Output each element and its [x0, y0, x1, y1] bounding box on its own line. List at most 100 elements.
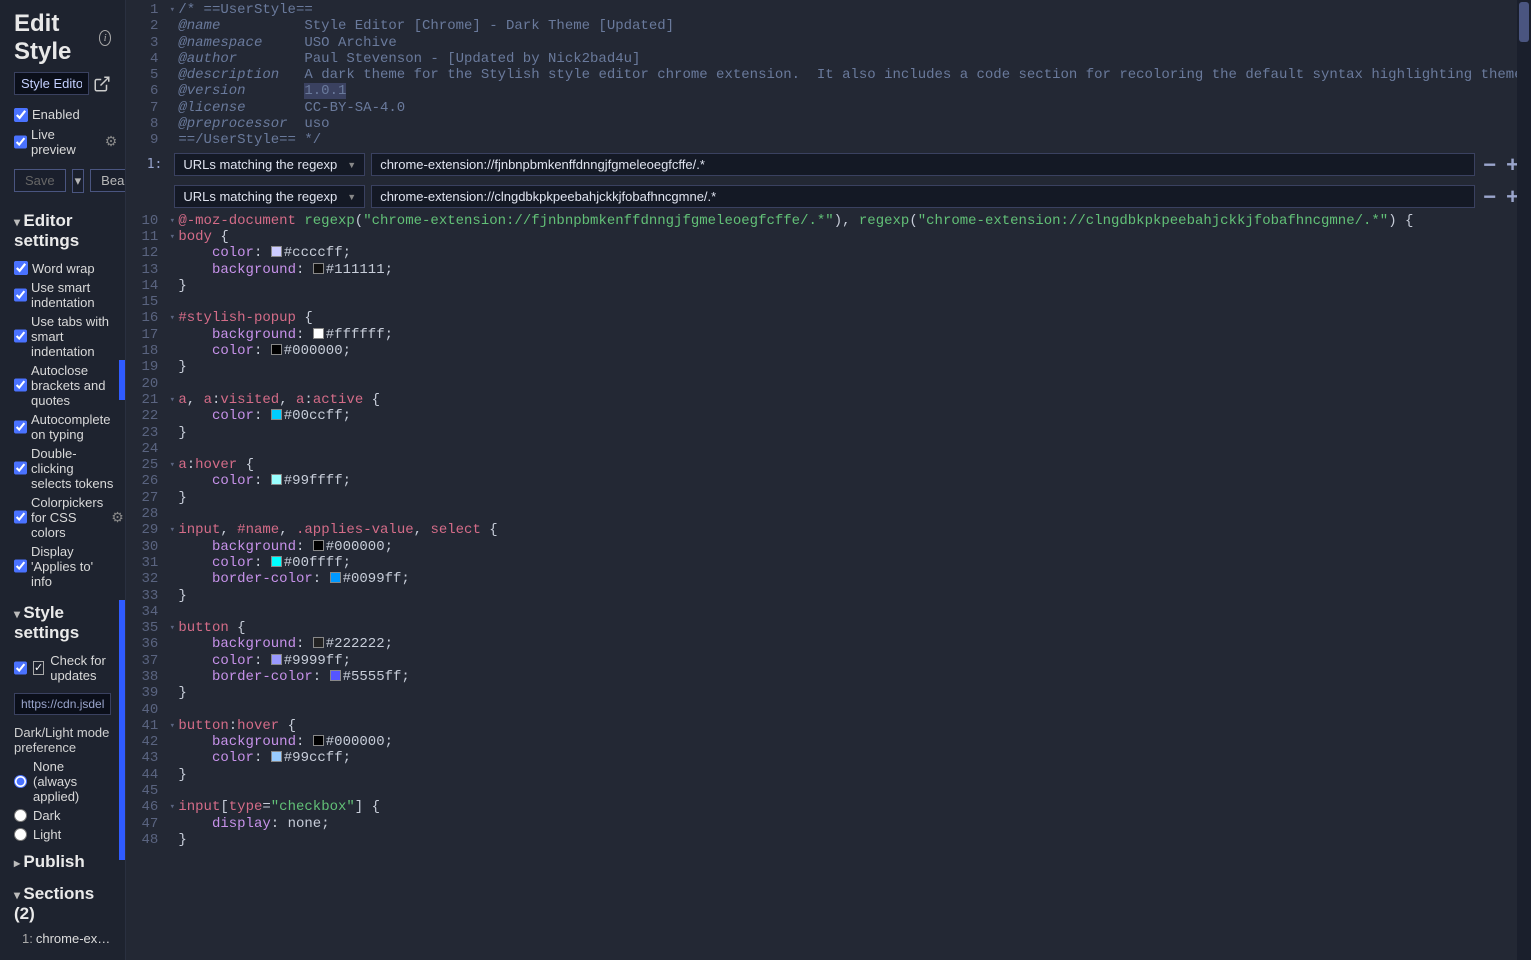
editor-settings-header[interactable]: Editor settings: [0, 203, 125, 255]
code-line[interactable]: 36 background: #222222;: [126, 636, 1531, 652]
fold-icon[interactable]: [166, 832, 178, 848]
fold-icon[interactable]: ▾: [166, 213, 178, 229]
code-line[interactable]: 38 border-color: #5555ff;: [126, 669, 1531, 685]
fold-icon[interactable]: [166, 506, 178, 522]
fold-icon[interactable]: [166, 132, 178, 148]
fold-icon[interactable]: [166, 604, 178, 620]
issues-header[interactable]: Issues: 27 i: [0, 949, 125, 960]
code-line[interactable]: 34: [126, 604, 1531, 620]
mode-radio[interactable]: [14, 828, 27, 841]
live-preview-checkbox[interactable]: [14, 135, 27, 149]
fold-icon[interactable]: [166, 702, 178, 718]
beautify-button[interactable]: Beautify: [90, 169, 126, 192]
code-line[interactable]: 39}: [126, 685, 1531, 701]
fold-icon[interactable]: [166, 473, 178, 489]
fold-icon[interactable]: [166, 408, 178, 424]
code-line[interactable]: 26 color: #99ffff;: [126, 473, 1531, 489]
section-item[interactable]: 1:chrome-extension://fjnbnpbmkenffdnngj…: [0, 928, 125, 949]
fold-icon[interactable]: [166, 571, 178, 587]
code-line[interactable]: 14}: [126, 278, 1531, 294]
code-line[interactable]: 11▾body {: [126, 229, 1531, 245]
fold-icon[interactable]: [166, 262, 178, 278]
fold-icon[interactable]: [166, 588, 178, 604]
editor-setting-checkbox[interactable]: [14, 510, 27, 524]
fold-icon[interactable]: [166, 327, 178, 343]
code-line[interactable]: 12 color: #ccccff;: [126, 245, 1531, 261]
fold-icon[interactable]: [166, 767, 178, 783]
fold-icon[interactable]: [166, 669, 178, 685]
info-icon[interactable]: i: [99, 30, 111, 46]
style-settings-header[interactable]: Style settings: [0, 595, 125, 647]
code-line[interactable]: 47 display: none;: [126, 816, 1531, 832]
remove-applies-button[interactable]: −: [1481, 152, 1498, 178]
fold-icon[interactable]: [166, 734, 178, 750]
code-line[interactable]: 46▾input[type="checkbox"] {: [126, 799, 1531, 815]
code-line[interactable]: 43 color: #99ccff;: [126, 750, 1531, 766]
fold-icon[interactable]: [166, 18, 178, 34]
editor-setting-checkbox[interactable]: [14, 378, 27, 392]
applies-value-input[interactable]: [371, 185, 1475, 208]
fold-icon[interactable]: ▾: [166, 718, 178, 734]
code-line[interactable]: 29▾input, #name, .applies-value, select …: [126, 522, 1531, 538]
fold-icon[interactable]: [166, 441, 178, 457]
code-line[interactable]: 37 color: #9999ff;: [126, 653, 1531, 669]
remove-applies-button[interactable]: −: [1481, 184, 1498, 210]
check-updates-checkbox[interactable]: [14, 661, 27, 675]
body-code-editor[interactable]: 10▾@-moz-document regexp("chrome-extensi…: [126, 213, 1531, 849]
editor-setting-checkbox[interactable]: [14, 329, 27, 343]
header-code-editor[interactable]: 1▾/* ==UserStyle==2@name Style Editor [C…: [126, 0, 1531, 149]
fold-icon[interactable]: [166, 425, 178, 441]
save-dropdown-caret[interactable]: ▾: [72, 169, 85, 193]
code-line[interactable]: 7@license CC-BY-SA-4.0: [126, 100, 1531, 116]
editor-setting-checkbox[interactable]: [14, 420, 27, 434]
fold-icon[interactable]: [166, 636, 178, 652]
code-line[interactable]: 13 background: #111111;: [126, 262, 1531, 278]
fold-icon[interactable]: ▾: [166, 392, 178, 408]
code-line[interactable]: 30 background: #000000;: [126, 539, 1531, 555]
fold-icon[interactable]: [166, 35, 178, 51]
code-line[interactable]: 32 border-color: #0099ff;: [126, 571, 1531, 587]
fold-icon[interactable]: [166, 490, 178, 506]
fold-icon[interactable]: [166, 653, 178, 669]
code-line[interactable]: 1▾/* ==UserStyle==: [126, 2, 1531, 18]
fold-icon[interactable]: [166, 278, 178, 294]
gear-icon[interactable]: ⚙: [105, 133, 118, 150]
fold-icon[interactable]: ▾: [166, 457, 178, 473]
fold-icon[interactable]: [166, 539, 178, 555]
code-line[interactable]: 31 color: #00ffff;: [126, 555, 1531, 571]
enabled-checkbox[interactable]: [14, 108, 28, 122]
code-line[interactable]: 8@preprocessor uso: [126, 116, 1531, 132]
editor-setting-checkbox[interactable]: [14, 559, 27, 573]
applies-type-select[interactable]: URLs matching the regexp▼: [174, 185, 365, 208]
fold-icon[interactable]: ▾: [166, 620, 178, 636]
fold-icon[interactable]: [166, 783, 178, 799]
code-line[interactable]: 27}: [126, 490, 1531, 506]
code-line[interactable]: 2@name Style Editor [Chrome] - Dark Them…: [126, 18, 1531, 34]
code-line[interactable]: 28: [126, 506, 1531, 522]
code-line[interactable]: 24: [126, 441, 1531, 457]
code-line[interactable]: 23}: [126, 425, 1531, 441]
fold-icon[interactable]: [166, 67, 178, 83]
editor-setting-checkbox[interactable]: [14, 461, 27, 475]
code-line[interactable]: 44}: [126, 767, 1531, 783]
fold-icon[interactable]: ▾: [166, 2, 178, 18]
code-line[interactable]: 45: [126, 783, 1531, 799]
fold-icon[interactable]: [166, 116, 178, 132]
code-line[interactable]: 5@description A dark theme for the Styli…: [126, 67, 1531, 83]
fold-icon[interactable]: [166, 750, 178, 766]
sections-header[interactable]: Sections (2): [0, 876, 125, 928]
save-button[interactable]: Save: [14, 169, 66, 192]
code-line[interactable]: 41▾button:hover {: [126, 718, 1531, 734]
code-line[interactable]: 25▾a:hover {: [126, 457, 1531, 473]
fold-icon[interactable]: [166, 685, 178, 701]
fold-icon[interactable]: [166, 343, 178, 359]
code-line[interactable]: 18 color: #000000;: [126, 343, 1531, 359]
gear-icon[interactable]: ⚙: [111, 509, 124, 526]
code-line[interactable]: 35▾button {: [126, 620, 1531, 636]
code-line[interactable]: 20: [126, 376, 1531, 392]
mode-radio[interactable]: [14, 809, 27, 822]
fold-icon[interactable]: [166, 100, 178, 116]
fold-icon[interactable]: ▾: [166, 522, 178, 538]
fold-icon[interactable]: ▾: [166, 799, 178, 815]
mode-radio[interactable]: [14, 775, 27, 788]
